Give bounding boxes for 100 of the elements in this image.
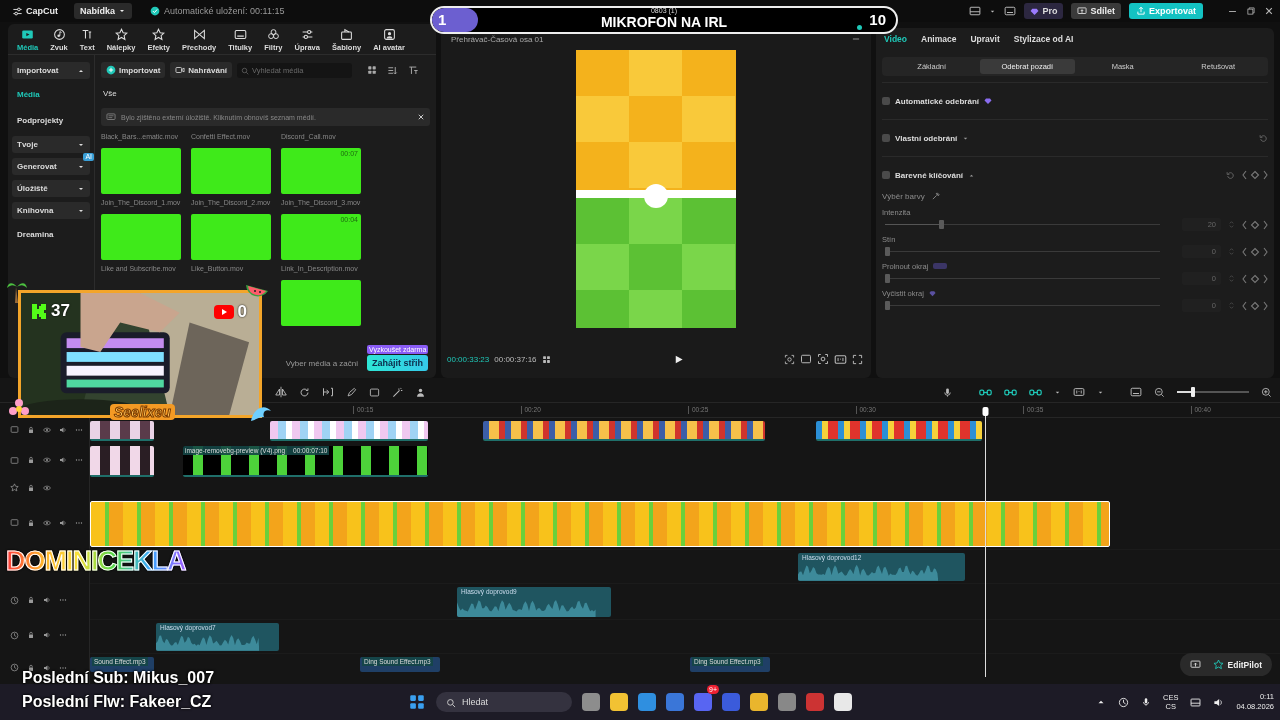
quality-icon[interactable] <box>800 353 812 365</box>
keyframe-button[interactable] <box>1242 219 1268 230</box>
keyframe-button[interactable] <box>1242 300 1268 311</box>
lock-icon[interactable] <box>27 631 35 639</box>
close-icon[interactable] <box>417 113 425 121</box>
speaker-icon[interactable] <box>43 631 51 639</box>
video-clip[interactable] <box>90 421 154 441</box>
keyframe-button[interactable] <box>1242 170 1268 180</box>
app-icon[interactable] <box>778 693 796 711</box>
display-icon[interactable] <box>1190 696 1202 708</box>
tab[interactable]: Upravit <box>970 32 1000 46</box>
ratio-icon[interactable] <box>834 352 847 366</box>
eye-icon[interactable] <box>43 483 51 492</box>
playhead[interactable] <box>982 407 989 677</box>
video-clip[interactable] <box>816 421 982 441</box>
zoom-thumb[interactable] <box>1190 387 1195 397</box>
store-app-icon[interactable] <box>666 693 684 711</box>
keyframe-button[interactable] <box>1242 246 1268 257</box>
more-icon[interactable] <box>59 631 67 639</box>
lock-icon[interactable] <box>27 596 35 604</box>
sidebar-item[interactable]: Dreamina <box>12 224 90 245</box>
app-icon[interactable] <box>834 693 852 711</box>
share-button[interactable]: Sdílet <box>1071 3 1121 19</box>
sort-icon[interactable] <box>387 64 399 76</box>
zoom-out-icon[interactable] <box>1154 386 1165 398</box>
zoom-in-icon[interactable] <box>1261 386 1272 398</box>
app-icon[interactable] <box>806 693 824 711</box>
filter-icon[interactable] <box>408 64 420 76</box>
speaker-icon[interactable] <box>59 456 67 464</box>
files-app-icon[interactable] <box>582 693 600 711</box>
checkbox[interactable] <box>882 134 890 142</box>
speaker-icon[interactable] <box>59 518 67 527</box>
slider-thumb[interactable] <box>885 247 890 256</box>
fullscreen-icon[interactable] <box>852 353 863 365</box>
restore-icon[interactable] <box>1246 6 1256 16</box>
keyframe-button[interactable] <box>1242 273 1268 284</box>
caption-icon[interactable] <box>1130 386 1142 398</box>
close-icon[interactable] <box>1264 6 1274 16</box>
split-icon[interactable] <box>322 386 334 398</box>
mirror-icon[interactable] <box>275 386 287 398</box>
search-field[interactable]: Hledat <box>436 692 572 712</box>
mic-icon[interactable] <box>1141 697 1152 707</box>
pro-button[interactable]: Pro <box>1024 3 1064 19</box>
browser-app-icon[interactable] <box>750 693 768 711</box>
tab[interactable]: Animace <box>921 32 957 46</box>
sidebar-group[interactable]: Importovat <box>12 62 90 79</box>
sidebar-group[interactable]: Tvoje <box>12 136 90 153</box>
menu-button[interactable]: Nabídka <box>74 3 132 19</box>
lock-icon[interactable] <box>27 483 35 492</box>
sidebar-item[interactable]: Podprojekty <box>12 110 90 131</box>
sidebar-group[interactable]: Knihovna <box>12 202 90 219</box>
video-clip[interactable] <box>483 421 765 441</box>
checkbox[interactable] <box>882 171 890 179</box>
grid-icon[interactable] <box>367 65 378 75</box>
video-clip[interactable] <box>90 446 154 477</box>
person-icon[interactable] <box>415 386 426 398</box>
chat-app-icon[interactable] <box>694 693 712 711</box>
checkbox[interactable] <box>882 97 890 105</box>
record-button[interactable]: Nahrávání <box>170 62 233 78</box>
focus-icon[interactable] <box>817 353 829 365</box>
speaker-icon[interactable] <box>43 596 51 604</box>
folder-app-icon[interactable] <box>610 693 628 711</box>
browser-app-icon[interactable] <box>638 693 656 711</box>
start-icon[interactable] <box>408 693 426 711</box>
magic-icon[interactable] <box>392 386 403 398</box>
speaker-icon[interactable] <box>43 663 51 672</box>
tab[interactable]: Stylizace od AI <box>1013 32 1074 46</box>
slider-thumb[interactable] <box>885 274 890 283</box>
play-icon[interactable] <box>673 353 684 365</box>
video-clip[interactable] <box>270 421 428 441</box>
pen-icon[interactable] <box>346 386 357 398</box>
sidebar-group[interactable]: Generovat <box>12 158 90 175</box>
mic-icon[interactable] <box>942 386 953 398</box>
layout-icon[interactable] <box>969 5 982 17</box>
lock-icon[interactable] <box>27 456 35 464</box>
templates-icon <box>340 28 354 41</box>
lock-icon[interactable] <box>27 425 35 434</box>
streamer-tag: Seelixeu <box>110 404 175 420</box>
lock-icon[interactable] <box>27 518 35 527</box>
eye-icon[interactable] <box>43 425 51 434</box>
sidebar-item[interactable]: Média <box>12 84 90 105</box>
rotate-icon[interactable] <box>299 386 310 398</box>
start-edit-button[interactable]: Zahájit střih <box>367 355 428 371</box>
sidebar-group[interactable]: Úložiště <box>12 180 90 197</box>
eyedropper-icon[interactable] <box>930 191 941 201</box>
slider-thumb[interactable] <box>885 301 890 310</box>
track-icon <box>10 425 19 434</box>
import-button[interactable]: Importovat <box>101 62 166 78</box>
option-label: Barevné klíčování <box>895 170 964 180</box>
more-icon[interactable] <box>59 596 67 604</box>
more-icon[interactable] <box>75 456 83 464</box>
tab[interactable]: Video <box>884 32 907 46</box>
eye-icon[interactable] <box>43 456 51 464</box>
sparkle-icon <box>1212 659 1224 670</box>
subtitles-icon[interactable] <box>1004 5 1017 17</box>
filter-label[interactable]: Vše <box>103 89 117 98</box>
slider-thumb[interactable] <box>939 220 944 229</box>
speaker-icon[interactable] <box>59 425 67 434</box>
eye-icon[interactable] <box>43 518 51 527</box>
pip-icon[interactable] <box>1073 386 1085 398</box>
